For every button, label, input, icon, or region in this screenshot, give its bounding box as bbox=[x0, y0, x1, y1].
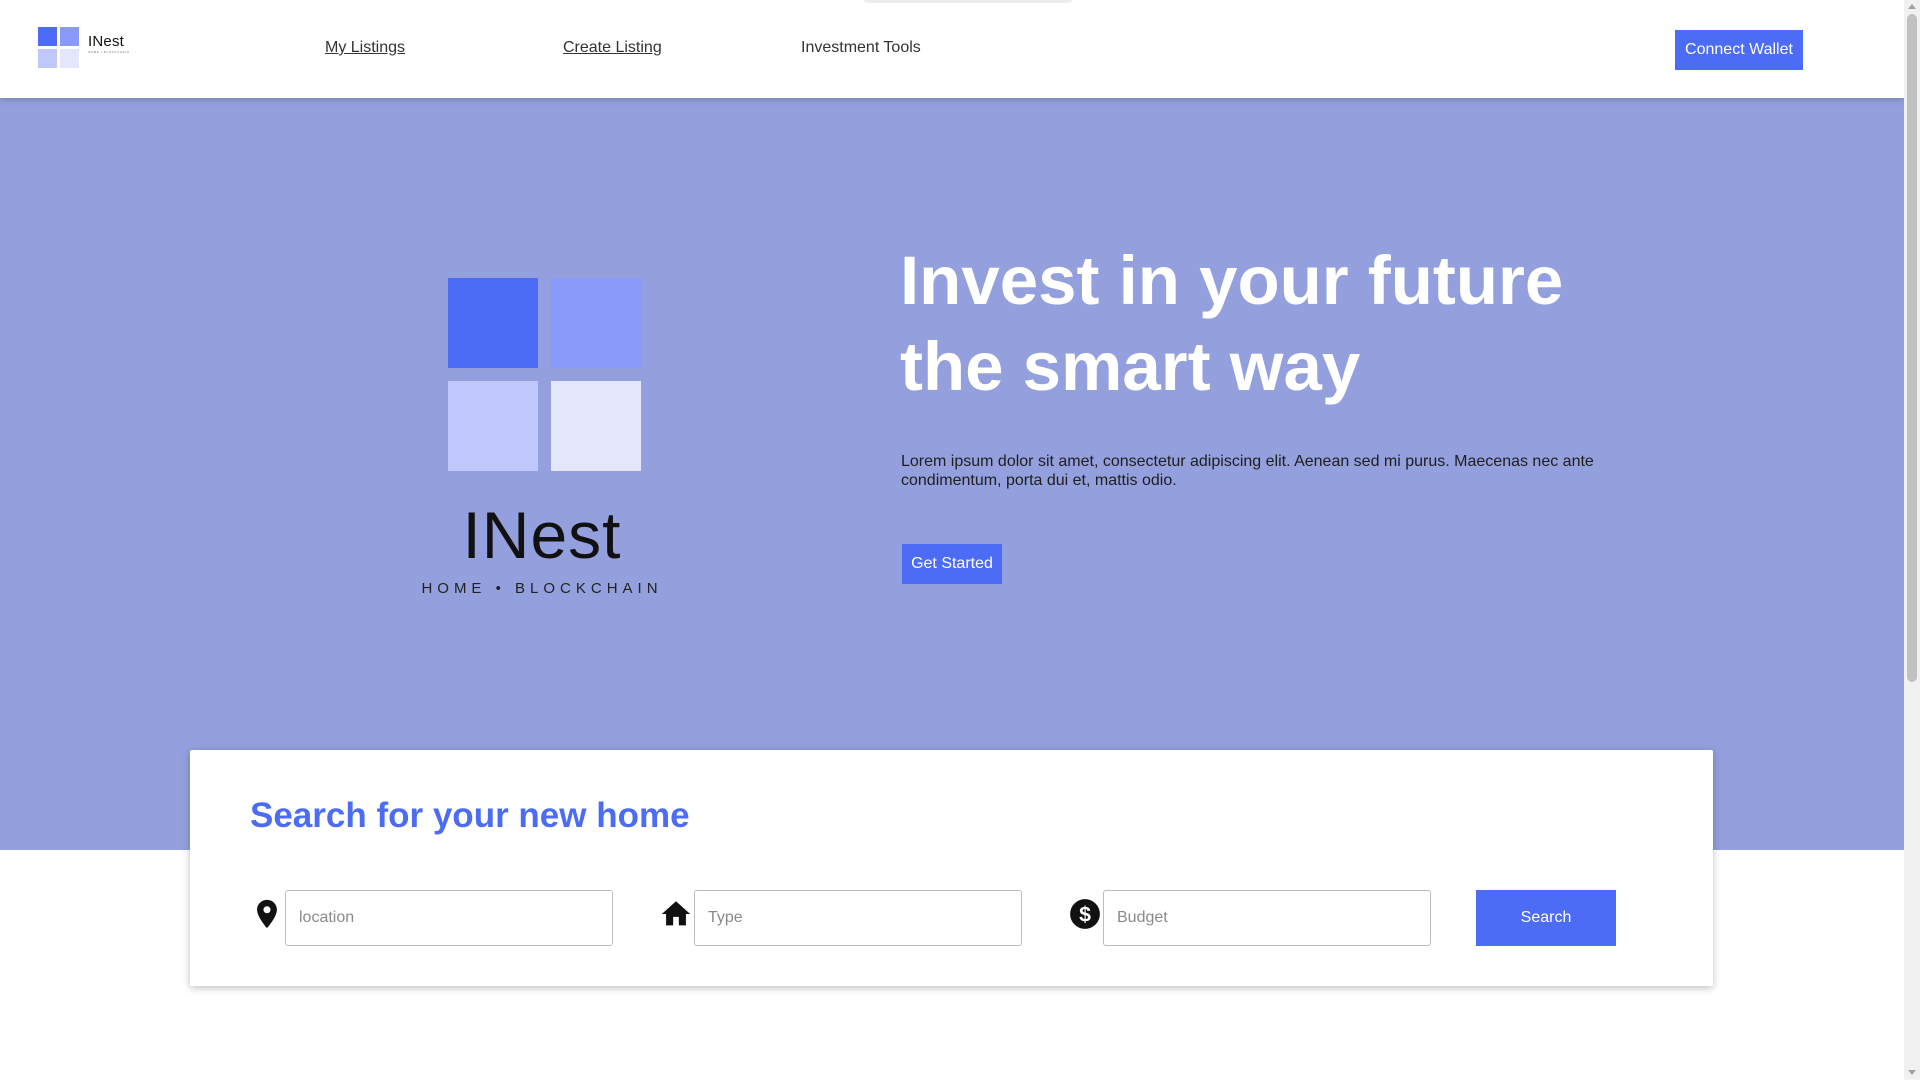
logo-grid-icon bbox=[38, 27, 80, 69]
search-button[interactable]: Search bbox=[1476, 890, 1616, 946]
logo-tile bbox=[448, 278, 538, 368]
dollar-icon: $ bbox=[1068, 897, 1102, 931]
nav-create-listing[interactable]: Create Listing bbox=[563, 39, 662, 57]
brand-logo[interactable]: INest HOME • BLOCKCHAIN bbox=[38, 27, 148, 71]
location-input[interactable] bbox=[285, 890, 613, 946]
type-input[interactable] bbox=[694, 890, 1022, 946]
get-started-button[interactable]: Get Started bbox=[902, 544, 1002, 584]
page-scrollbar[interactable] bbox=[1904, 0, 1920, 1080]
search-card: Search for your new home $ Search bbox=[190, 750, 1713, 986]
hero-description: Lorem ipsum dolor sit amet, consectetur … bbox=[901, 453, 1594, 489]
logo-tile bbox=[38, 27, 57, 46]
connect-wallet-button[interactable]: Connect Wallet bbox=[1675, 30, 1803, 70]
scroll-up-arrow-icon[interactable] bbox=[1908, 4, 1916, 9]
logo-tile bbox=[551, 381, 641, 471]
logo-tile bbox=[60, 27, 79, 46]
nav-my-listings[interactable]: My Listings bbox=[325, 39, 405, 57]
scrollbar-thumb[interactable] bbox=[1907, 14, 1917, 682]
hero-logo-tagline: HOME • BLOCKCHAIN bbox=[421, 580, 663, 597]
top-edge-highlight bbox=[864, 0, 1072, 3]
home-icon bbox=[659, 897, 693, 931]
location-pin-icon bbox=[250, 897, 284, 931]
top-navbar: INest HOME • BLOCKCHAIN My Listings Crea… bbox=[0, 0, 1904, 98]
logo-tile bbox=[551, 278, 641, 368]
logo-tile bbox=[38, 49, 57, 68]
logo-tile bbox=[60, 49, 79, 68]
logo-tile bbox=[448, 381, 538, 471]
hero-section: INest HOME • BLOCKCHAIN Invest in your f… bbox=[0, 98, 1904, 850]
search-title: Search for your new home bbox=[250, 796, 690, 835]
brand-tagline: HOME • BLOCKCHAIN bbox=[88, 50, 130, 54]
budget-input[interactable] bbox=[1103, 890, 1431, 946]
hero-logo: INest HOME • BLOCKCHAIN bbox=[418, 278, 666, 618]
scroll-down-arrow-icon[interactable] bbox=[1908, 1070, 1916, 1075]
hero-title: Invest in your future the smart way bbox=[900, 242, 1564, 405]
brand-name: INest bbox=[88, 33, 125, 50]
svg-text:$: $ bbox=[1079, 903, 1091, 927]
nav-investment-tools[interactable]: Investment Tools bbox=[801, 39, 921, 57]
hero-logo-word: INest bbox=[462, 498, 622, 572]
